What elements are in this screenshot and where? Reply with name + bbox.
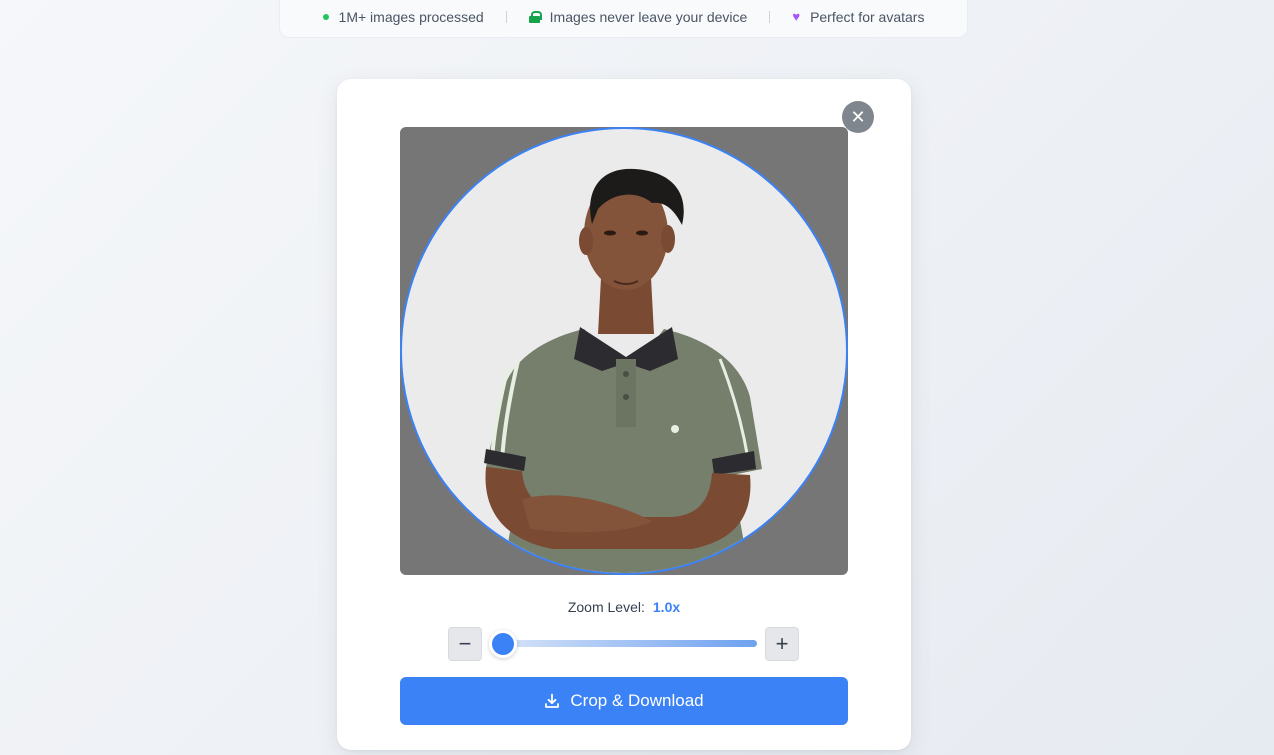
minus-icon: − [458, 631, 472, 656]
crop-modal: ✕ Zoom Level: 1.0x − + Crop & Download [337, 79, 911, 750]
feature-label: 1M+ images processed [338, 8, 484, 25]
feature-privacy: Images never leave your device [507, 9, 770, 25]
zoom-value: 1.0x [652, 599, 681, 615]
close-button[interactable]: ✕ [842, 101, 874, 133]
zoom-in-button[interactable]: + [765, 627, 799, 661]
zoom-out-button[interactable]: − [448, 627, 482, 661]
person-photo [484, 168, 762, 573]
heart-icon: ♥ [792, 9, 801, 24]
feature-bar: 1M+ images processed Images never leave … [279, 0, 968, 38]
download-label: Crop & Download [570, 691, 704, 710]
crop-circle[interactable] [400, 127, 848, 575]
close-icon: ✕ [850, 106, 866, 127]
feature-avatars: ♥ Perfect for avatars [770, 9, 946, 25]
feature-images-processed: 1M+ images processed [301, 9, 506, 25]
crop-download-button[interactable]: Crop & Download [400, 677, 848, 725]
zoom-label: Zoom Level: [567, 599, 645, 615]
feature-label: Images never leave your device [549, 8, 748, 25]
crop-area[interactable] [400, 127, 848, 575]
download-icon [545, 693, 560, 708]
zoom-slider-thumb[interactable] [489, 630, 517, 658]
zoom-slider-track[interactable] [491, 640, 757, 647]
green-dot-icon [322, 13, 329, 20]
feature-label: Perfect for avatars [810, 8, 925, 25]
zoom-indicator: Zoom Level: 1.0x [400, 599, 848, 615]
lock-icon [528, 10, 542, 23]
plus-icon: + [775, 631, 789, 656]
